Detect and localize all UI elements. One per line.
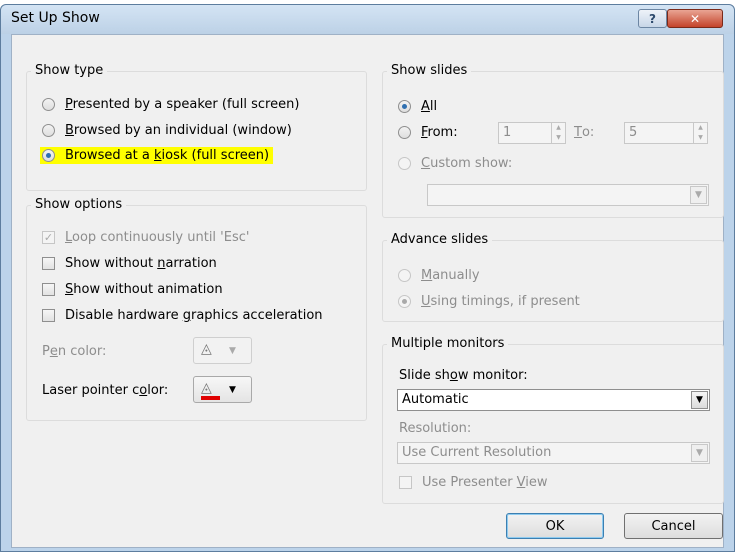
- custom-show-dropdown[interactable]: ▼: [427, 184, 709, 206]
- ok-button[interactable]: OK: [506, 513, 604, 539]
- dialog-body: Show type Presented by a speaker (full s…: [11, 34, 724, 548]
- option-label: From:: [421, 125, 458, 140]
- radio-button[interactable]: [398, 157, 411, 170]
- checkbox-loop-continuously[interactable]: ✓ Loop continuously until 'Esc': [42, 230, 249, 245]
- slide-show-monitor-value: Automatic: [402, 392, 469, 407]
- set-up-show-dialog: Set Up Show ? ✕ Show type Presented by a…: [0, 4, 735, 552]
- spinner-arrows-icon[interactable]: ▲ ▼: [693, 123, 707, 143]
- to-label: To:: [574, 125, 595, 140]
- show-slides-group: Show slides All From: 1 ▲ ▼ To: 5 ▲ ▼ Cu…: [382, 63, 724, 218]
- radio-button[interactable]: [398, 269, 411, 282]
- slide-show-monitor-label: Slide sh o w monitor:: [399, 368, 528, 383]
- option-label: Custom show:: [421, 156, 513, 171]
- option-label: Manually: [421, 268, 480, 283]
- close-button[interactable]: ✕: [667, 9, 723, 28]
- multiple-monitors-title: Multiple monitors: [387, 336, 509, 351]
- laser-pointer-color-label: Laser pointer c o lor:: [42, 383, 169, 398]
- show-options-group: Show options ✓ Loop continuously until '…: [26, 197, 367, 421]
- radio-button-selected[interactable]: [398, 295, 411, 308]
- option-label: Presented by a speaker (full screen): [65, 97, 300, 112]
- paint-bucket-icon: ◬: [201, 341, 221, 361]
- radio-manually[interactable]: Manually: [398, 268, 480, 283]
- radio-custom-show[interactable]: Custom show:: [398, 156, 512, 171]
- chevron-down-icon[interactable]: ▼: [690, 186, 707, 204]
- show-type-title: Show type: [31, 63, 108, 78]
- option-label: Using timings, if present: [421, 294, 580, 309]
- spinner-arrows-icon[interactable]: ▲ ▼: [551, 123, 565, 143]
- help-icon: ?: [649, 11, 656, 26]
- resolution-label: Resolution:: [399, 421, 472, 436]
- close-icon: ✕: [689, 11, 701, 26]
- paint-bucket-icon: ◬: [201, 380, 221, 400]
- title-bar[interactable]: Set Up Show ? ✕: [1, 5, 734, 34]
- chevron-down-icon[interactable]: ▼: [691, 444, 708, 462]
- help-button[interactable]: ?: [638, 9, 667, 28]
- chevron-down-icon: ▼: [229, 345, 236, 356]
- checkbox[interactable]: [42, 283, 55, 296]
- option-label: Disable hardware graphics acceleration: [65, 308, 323, 323]
- radio-from-slides[interactable]: From:: [398, 125, 458, 140]
- radio-button[interactable]: [42, 124, 55, 137]
- show-options-title: Show options: [31, 197, 127, 212]
- multiple-monitors-group: Multiple monitors Slide sh o w monitor: Au…: [382, 336, 724, 504]
- resolution-value: Use Current Resolution: [402, 445, 552, 460]
- to-slide-value: 5: [629, 125, 638, 140]
- radio-all-slides[interactable]: All: [398, 99, 437, 114]
- show-type-group: Show type Presented by a speaker (full s…: [26, 63, 367, 191]
- radio-browsed-by-individual[interactable]: Browsed by an individual (window): [42, 123, 292, 138]
- to-slide-spinner[interactable]: 5 ▲ ▼: [624, 122, 708, 144]
- from-slide-value: 1: [503, 125, 512, 140]
- dialog-title: Set Up Show: [11, 10, 100, 26]
- show-slides-title: Show slides: [387, 63, 472, 78]
- option-label: Show without narration: [65, 256, 217, 271]
- radio-button[interactable]: [398, 126, 411, 139]
- cancel-button[interactable]: Cancel: [624, 513, 723, 539]
- option-label: Loop continuously until 'Esc': [65, 230, 250, 245]
- checkbox-disable-hardware-acceleration[interactable]: Disable hardware graphics acceleration: [42, 308, 323, 323]
- radio-button-selected[interactable]: [398, 100, 411, 113]
- chevron-down-icon: ▼: [229, 384, 236, 395]
- checkbox-without-animation[interactable]: Show without animation: [42, 282, 223, 297]
- pen-color-label: Pen color:: [42, 344, 107, 359]
- laser-pointer-color-button[interactable]: ◬ ▼: [193, 376, 252, 403]
- radio-presented-by-speaker[interactable]: Presented by a speaker (full screen): [42, 97, 299, 112]
- checkbox-use-presenter-view[interactable]: Use Presenter View: [399, 475, 548, 490]
- option-label: Browsed by an individual (window): [65, 123, 292, 138]
- option-label: Show without animation: [65, 282, 223, 297]
- advance-slides-group: Advance slides Manually Using timings, i…: [382, 232, 724, 322]
- radio-browsed-at-kiosk[interactable]: Browsed at a kiosk (full screen): [40, 147, 274, 164]
- checkbox-without-narration[interactable]: Show without narration: [42, 256, 217, 271]
- option-label: Use Presenter View: [422, 475, 548, 490]
- option-label: Browsed at a kiosk (full screen): [65, 148, 270, 163]
- from-slide-spinner[interactable]: 1 ▲ ▼: [498, 122, 566, 144]
- checkbox[interactable]: [399, 476, 412, 489]
- resolution-dropdown[interactable]: Use Current Resolution ▼: [397, 442, 710, 464]
- checkbox-checked[interactable]: ✓: [42, 231, 55, 244]
- chevron-down-icon[interactable]: ▼: [691, 391, 708, 409]
- advance-slides-title: Advance slides: [387, 232, 493, 247]
- checkbox[interactable]: [42, 309, 55, 322]
- checkbox[interactable]: [42, 257, 55, 270]
- pen-color-button[interactable]: ◬ ▼: [193, 337, 252, 364]
- option-label: All: [421, 99, 438, 114]
- radio-button[interactable]: [42, 98, 55, 111]
- radio-using-timings[interactable]: Using timings, if present: [398, 294, 580, 309]
- radio-button-selected[interactable]: [42, 149, 55, 162]
- slide-show-monitor-dropdown[interactable]: Automatic ▼: [397, 389, 710, 411]
